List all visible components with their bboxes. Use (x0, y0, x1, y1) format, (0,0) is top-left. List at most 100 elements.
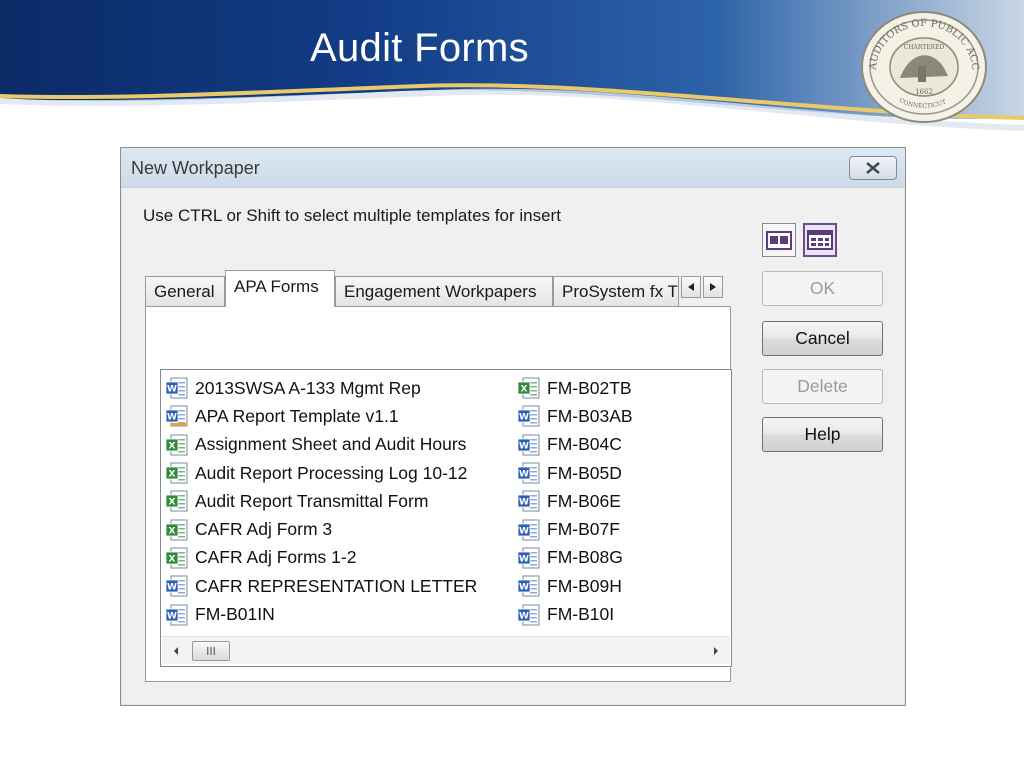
template-list-item[interactable]: W FM-B07F (517, 515, 633, 543)
template-list-item[interactable]: W FM-B03AB (517, 402, 633, 430)
triangle-right-icon (714, 647, 718, 655)
template-list-item[interactable]: W APA Report Template v1.1 (165, 402, 477, 430)
ok-button[interactable]: OK (762, 271, 883, 306)
tab-scroll-right-button[interactable] (703, 276, 723, 298)
template-list-item[interactable]: X Audit Report Processing Log 10-12 (165, 459, 477, 487)
details-view-icon (807, 230, 833, 250)
svg-text:W: W (167, 385, 177, 395)
excel-file-icon: X (517, 377, 540, 399)
template-list-item[interactable]: W CAFR REPRESENTATION LETTER (165, 572, 477, 600)
close-icon (866, 162, 880, 174)
template-name: Assignment Sheet and Audit Hours (195, 434, 467, 455)
close-button[interactable] (849, 156, 897, 180)
tab-scroll-left-button[interactable] (681, 276, 701, 298)
word-file-icon: W (517, 405, 540, 427)
tab-label: APA Forms (234, 277, 319, 296)
delete-button[interactable]: Delete (762, 369, 883, 404)
tab-label: ProSystem fx T (562, 282, 678, 301)
triangle-left-icon (688, 283, 694, 291)
template-name: FM-B04C (547, 434, 622, 455)
template-list-item[interactable]: X FM-B02TB (517, 374, 633, 402)
scroll-left-button[interactable] (170, 644, 182, 658)
horizontal-scrollbar[interactable]: III (162, 636, 730, 664)
svg-text:X: X (169, 470, 176, 480)
template-name: CAFR REPRESENTATION LETTER (195, 575, 478, 596)
tab-apa-forms[interactable]: APA Forms (225, 270, 335, 307)
tab-prosystem-fx[interactable]: ProSystem fx T (553, 276, 679, 306)
word-file-icon: W (165, 575, 188, 597)
template-list-item[interactable]: W FM-B06E (517, 487, 633, 515)
template-list-item[interactable]: X CAFR Adj Form 3 (165, 515, 477, 543)
template-list-item[interactable]: X Audit Report Transmittal Form (165, 487, 477, 515)
template-name: CAFR Adj Forms 1-2 (195, 547, 357, 568)
tab-label: General (154, 282, 215, 301)
template-name: FM-B08G (547, 547, 623, 568)
tab-general[interactable]: General (145, 276, 225, 306)
slide-title: Audit Forms (310, 26, 529, 70)
svg-text:W: W (519, 498, 529, 508)
svg-text:CHARTERED: CHARTERED (904, 44, 945, 51)
excel-file-icon: X (165, 490, 188, 512)
word-file-icon: W (517, 490, 540, 512)
triangle-right-icon (710, 283, 716, 291)
excel-file-icon: X (165, 434, 188, 456)
svg-text:W: W (519, 583, 529, 593)
template-name: FM-B10I (547, 604, 615, 625)
word-file-icon: W (165, 377, 188, 399)
word-file-icon: W (517, 434, 540, 456)
word-template-icon: W (165, 405, 188, 427)
template-name: FM-B01IN (195, 604, 275, 625)
word-file-icon: W (517, 462, 540, 484)
template-name: APA Report Template v1.1 (195, 405, 399, 426)
tab-engagement-workpapers[interactable]: Engagement Workpapers (335, 276, 553, 306)
template-list-column-1: W 2013SWSA A-133 Mgmt Rep W APA Report Temp… (165, 374, 477, 629)
svg-text:1662: 1662 (915, 88, 933, 96)
svg-text:W: W (519, 441, 529, 451)
template-name: FM-B05D (547, 462, 622, 483)
apa-forms-panel: W 2013SWSA A-133 Mgmt Rep W APA Report Temp… (145, 306, 732, 682)
word-file-icon: W (517, 547, 540, 569)
dialog-title: New Workpaper (131, 158, 260, 178)
triangle-left-icon (174, 647, 178, 655)
template-list-item[interactable]: W FM-B08G (517, 544, 633, 572)
excel-file-icon: X (165, 547, 188, 569)
dialog-titlebar[interactable]: New Workpaper (121, 148, 905, 188)
word-file-icon: W (165, 604, 188, 626)
template-list-item[interactable]: X CAFR Adj Forms 1-2 (165, 544, 477, 572)
template-list-item[interactable]: X Assignment Sheet and Audit Hours (165, 431, 477, 459)
template-list-item[interactable]: W FM-B05D (517, 459, 633, 487)
svg-text:W: W (167, 413, 177, 423)
cancel-button[interactable]: Cancel (762, 321, 883, 356)
template-name: FM-B03AB (547, 405, 633, 426)
template-name: FM-B07F (547, 519, 620, 540)
template-name: CAFR Adj Form 3 (195, 519, 333, 540)
new-workpaper-dialog: New Workpaper Use CTRL or Shift to selec… (120, 147, 906, 706)
template-list-item[interactable]: W FM-B04C (517, 431, 633, 459)
svg-text:W: W (519, 611, 529, 621)
svg-text:W: W (519, 526, 529, 536)
svg-text:W: W (519, 413, 529, 423)
svg-text:X: X (169, 441, 176, 451)
excel-file-icon: X (165, 519, 188, 541)
template-list-item[interactable]: W FM-B10I (517, 600, 633, 628)
svg-text:X: X (521, 385, 528, 395)
template-list[interactable]: W 2013SWSA A-133 Mgmt Rep W APA Report Temp… (160, 369, 732, 667)
scroll-thumb-grip: III (206, 644, 216, 658)
help-button[interactable]: Help (762, 417, 883, 452)
template-list-item[interactable]: W FM-B01IN (165, 600, 477, 628)
details-view-button[interactable] (803, 223, 837, 257)
svg-text:W: W (167, 583, 177, 593)
scroll-right-button[interactable] (710, 644, 722, 658)
word-file-icon: W (517, 604, 540, 626)
template-name: FM-B09H (547, 575, 622, 596)
scroll-thumb[interactable]: III (192, 641, 230, 661)
template-name: Audit Report Transmittal Form (195, 490, 429, 511)
large-icons-view-button[interactable] (762, 223, 796, 257)
svg-text:X: X (169, 554, 176, 564)
tab-scroll-buttons (681, 276, 725, 300)
template-list-item[interactable]: W 2013SWSA A-133 Mgmt Rep (165, 374, 477, 402)
template-name: FM-B02TB (547, 377, 632, 398)
template-name: FM-B06E (547, 490, 621, 511)
template-name: Audit Report Processing Log 10-12 (195, 462, 468, 483)
template-list-item[interactable]: W FM-B09H (517, 572, 633, 600)
